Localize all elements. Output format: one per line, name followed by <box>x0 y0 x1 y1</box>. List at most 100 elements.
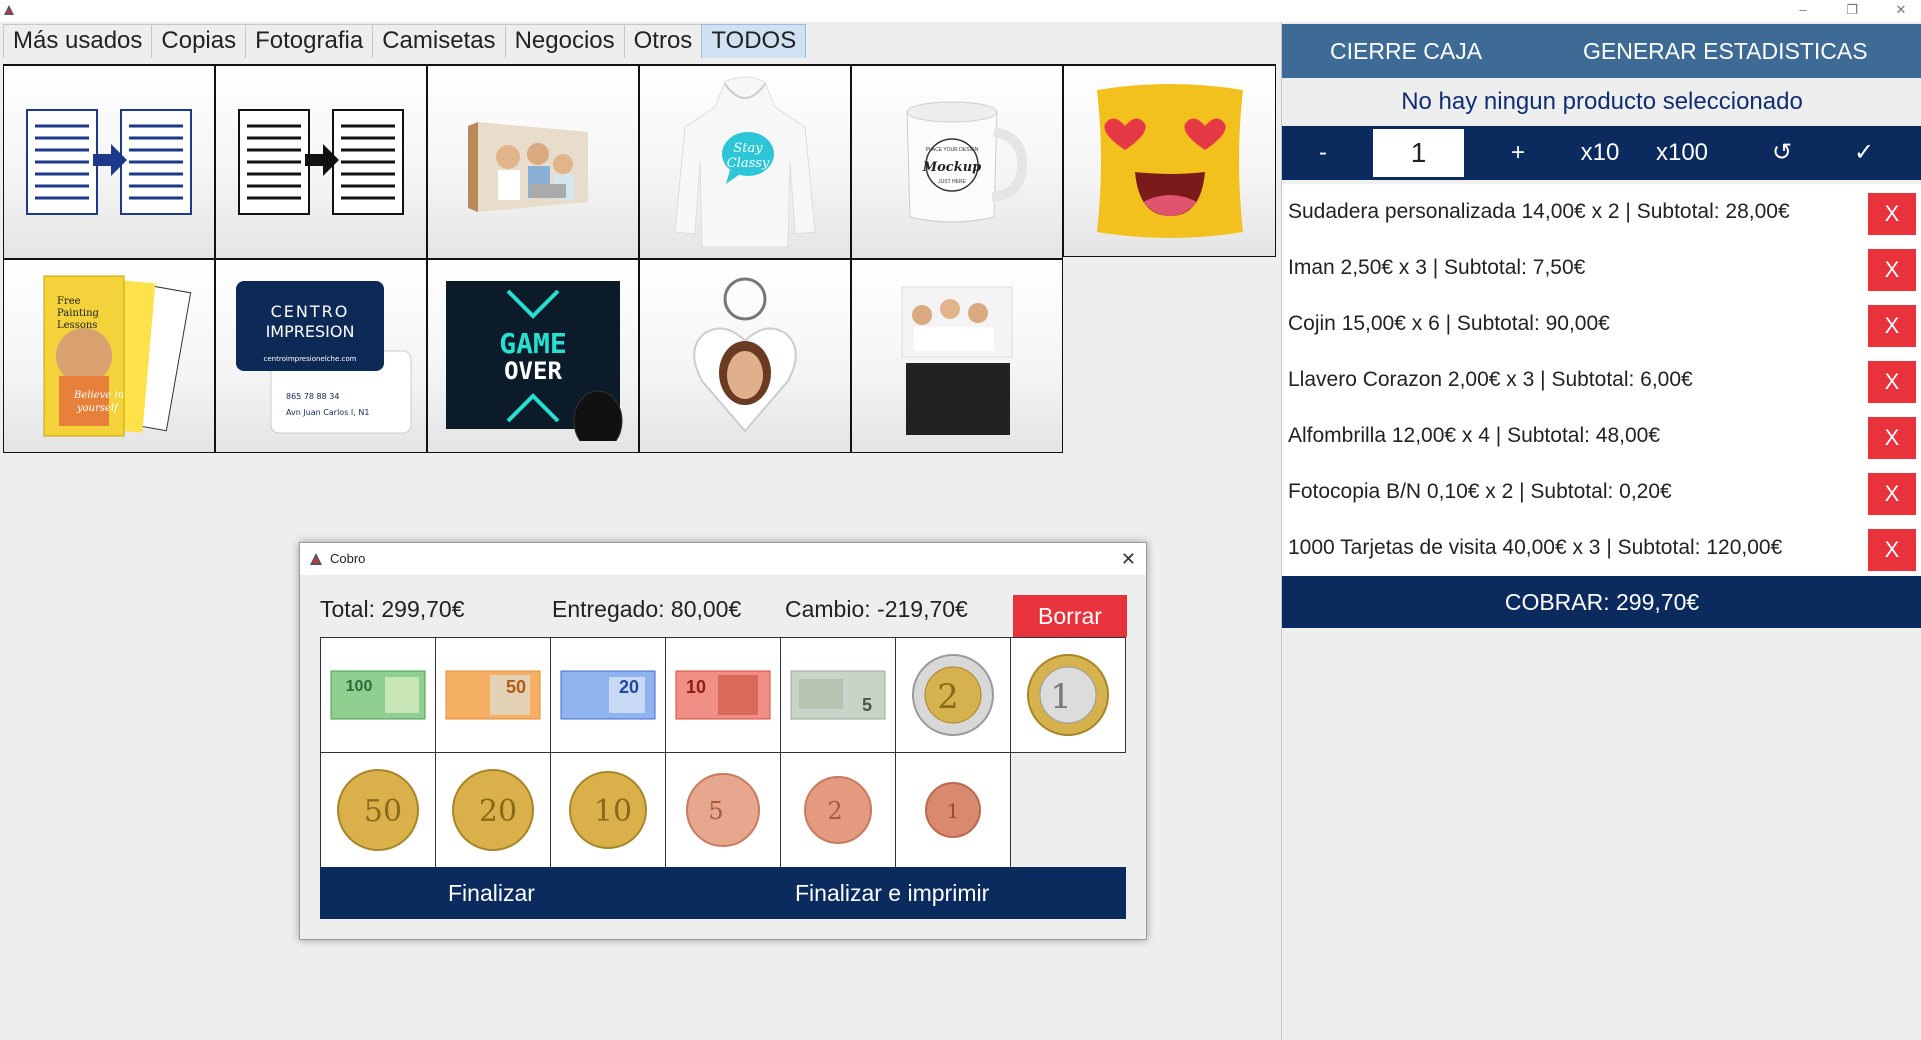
banknote-100-button[interactable]: 100 <box>320 637 436 753</box>
mug-print-mockup: Mockup <box>922 160 982 175</box>
card-text-phone: 865 78 88 34 <box>286 392 339 401</box>
banknote-5-icon: 5 <box>790 670 886 720</box>
product-alfombrilla[interactable]: GAME OVER <box>427 259 639 453</box>
remove-item-button[interactable]: X <box>1868 249 1916 291</box>
java-app-icon <box>4 5 14 15</box>
tab-copias[interactable]: Copias <box>151 24 247 58</box>
product-llavero-corazon[interactable] <box>639 259 851 453</box>
mousepad-text-game: GAME <box>499 327 566 360</box>
product-taza[interactable]: PLACE YOUR DESIGN Mockup JUST HERE <box>851 65 1063 259</box>
coin-2-cent-button[interactable]: 2 <box>780 752 896 868</box>
cierre-caja-button[interactable]: CIERRE CAJA <box>1330 24 1482 78</box>
product-fotocopia-bn[interactable] <box>215 65 427 259</box>
remove-item-button[interactable]: X <box>1868 473 1916 515</box>
payment-total: Total: 299,70€ <box>320 596 465 622</box>
hoodie-print-stay: Stay <box>733 141 763 156</box>
cart-item: Cojin 15,00€ x 6 | Subtotal: 90,00€ X <box>1282 296 1921 352</box>
coin-2-cent-icon: 2 <box>804 776 872 844</box>
card-text-web: centroimpresionelche.com <box>264 355 357 363</box>
product-sudadera[interactable]: Stay Classy <box>639 65 851 259</box>
cart-item-text: Alfombrilla 12,00€ x 4 | Subtotal: 48,00… <box>1288 424 1661 447</box>
banknote-50-button[interactable]: 50 <box>435 637 551 753</box>
coin-1-euro-button[interactable]: 1 <box>1010 637 1126 753</box>
borrar-button[interactable]: Borrar <box>1013 595 1127 637</box>
dialog-title-bar: Cobro ✕ <box>300 543 1146 575</box>
tab-otros[interactable]: Otros <box>623 24 703 58</box>
payment-dialog: Cobro ✕ Total: 299,70€ Entregado: 80,00€… <box>299 542 1147 940</box>
card-text-address: Avn Juan Carlos I, N1 <box>286 408 369 417</box>
banknote-5-label: 5 <box>862 695 872 715</box>
keychain-icon <box>693 277 797 433</box>
coin-2-euro-label: 2 <box>937 677 959 717</box>
coin-5-cent-button[interactable]: 5 <box>665 752 781 868</box>
product-flyers[interactable]: Free Painting Lessons Believe in yoursel… <box>3 259 215 453</box>
cart-item-text: Cojin 15,00€ x 6 | Subtotal: 90,00€ <box>1288 312 1610 335</box>
flyer-text-yourself: yourself <box>76 403 120 414</box>
remove-item-button[interactable]: X <box>1868 529 1916 571</box>
coin-1-cent-icon: 1 <box>925 782 981 838</box>
confirm-icon[interactable]: ✓ <box>1844 126 1884 180</box>
finalizar-imprimir-button[interactable]: Finalizar e imprimir <box>795 867 989 919</box>
mug-print-just-here: JUST HERE <box>938 179 966 185</box>
product-foto-lienzo[interactable] <box>427 65 639 259</box>
flyers-icon: Free Painting Lessons Believe in yoursel… <box>43 275 192 437</box>
coin-10-cent-label: 10 <box>594 794 632 829</box>
coin-2-cent-label: 2 <box>827 797 842 825</box>
magnet-icon <box>901 286 1013 435</box>
remove-item-button[interactable]: X <box>1868 305 1916 347</box>
coin-20-cent-icon: 20 <box>452 769 534 851</box>
banknote-10-icon: 10 <box>675 670 771 720</box>
quantity-bar: - + x10 x100 ↺ ✓ <box>1282 126 1921 180</box>
quantity-input[interactable] <box>1373 129 1464 177</box>
product-cojin[interactable] <box>1063 65 1276 257</box>
reset-icon[interactable]: ↺ <box>1762 126 1802 180</box>
cart-item-text: Sudadera personalizada 14,00€ x 2 | Subt… <box>1288 200 1790 223</box>
coin-1-cent-button[interactable]: 1 <box>895 752 1011 868</box>
selection-status: No hay ningun producto seleccionado <box>1401 88 1803 115</box>
cart-items-list: Sudadera personalizada 14,00€ x 2 | Subt… <box>1282 184 1921 576</box>
product-fotocopia-color[interactable] <box>3 65 215 259</box>
category-tabs: Más usados Copias Fotografia Camisetas N… <box>3 24 807 58</box>
coin-50-cent-icon: 50 <box>337 769 419 851</box>
cart-item-text: Llavero Corazon 2,00€ x 3 | Subtotal: 6,… <box>1288 368 1693 391</box>
coin-50-cent-button[interactable]: 50 <box>320 752 436 868</box>
flyer-text-lessons: Lessons <box>57 320 97 331</box>
banknote-20-icon: 20 <box>560 670 656 720</box>
banknote-10-button[interactable]: 10 <box>665 637 781 753</box>
finalize-bar: Finalizar Finalizar e imprimir <box>320 867 1126 919</box>
product-iman[interactable] <box>851 259 1063 453</box>
banknote-20-button[interactable]: 20 <box>550 637 666 753</box>
restore-button[interactable]: ❐ <box>1832 0 1872 22</box>
mousepad-icon: GAME OVER <box>446 281 623 441</box>
banknote-50-icon: 50 <box>445 670 541 720</box>
tab-camisetas[interactable]: Camisetas <box>372 24 506 58</box>
tab-negocios[interactable]: Negocios <box>504 24 625 58</box>
decrement-button[interactable]: - <box>1308 126 1338 180</box>
coin-20-cent-button[interactable]: 20 <box>435 752 551 868</box>
banknote-100-icon: 100 <box>330 670 426 720</box>
cobrar-button[interactable]: COBRAR: 299,70€ <box>1282 576 1921 628</box>
dialog-close-icon[interactable]: ✕ <box>1121 543 1136 575</box>
coin-10-cent-button[interactable]: 10 <box>550 752 666 868</box>
banknote-20-label: 20 <box>619 677 639 697</box>
copy-bw-icon <box>238 109 404 215</box>
tab-todos[interactable]: TODOS <box>701 24 807 58</box>
generar-estadisticas-button[interactable]: GENERAR ESTADISTICAS <box>1583 24 1868 78</box>
cart-item: Iman 2,50€ x 3 | Subtotal: 7,50€ X <box>1282 240 1921 296</box>
close-window-button[interactable]: ✕ <box>1881 0 1921 22</box>
coin-2-euro-button[interactable]: 2 <box>895 637 1011 753</box>
remove-item-button[interactable]: X <box>1868 417 1916 459</box>
cart-item: Alfombrilla 12,00€ x 4 | Subtotal: 48,00… <box>1282 408 1921 464</box>
remove-item-button[interactable]: X <box>1868 193 1916 235</box>
coin-1-euro-icon: 1 <box>1027 654 1109 736</box>
tab-mas-usados[interactable]: Más usados <box>3 24 153 58</box>
banknote-5-button[interactable]: 5 <box>780 637 896 753</box>
remove-item-button[interactable]: X <box>1868 361 1916 403</box>
x100-button[interactable]: x100 <box>1652 126 1712 180</box>
minimize-button[interactable]: – <box>1783 0 1823 22</box>
tab-fotografia[interactable]: Fotografia <box>245 24 374 58</box>
product-tarjetas-visita[interactable]: CENTRO IMPRESION centroimpresionelche.co… <box>215 259 427 453</box>
x10-button[interactable]: x10 <box>1575 126 1625 180</box>
increment-button[interactable]: + <box>1498 126 1538 180</box>
finalizar-button[interactable]: Finalizar <box>448 867 535 919</box>
